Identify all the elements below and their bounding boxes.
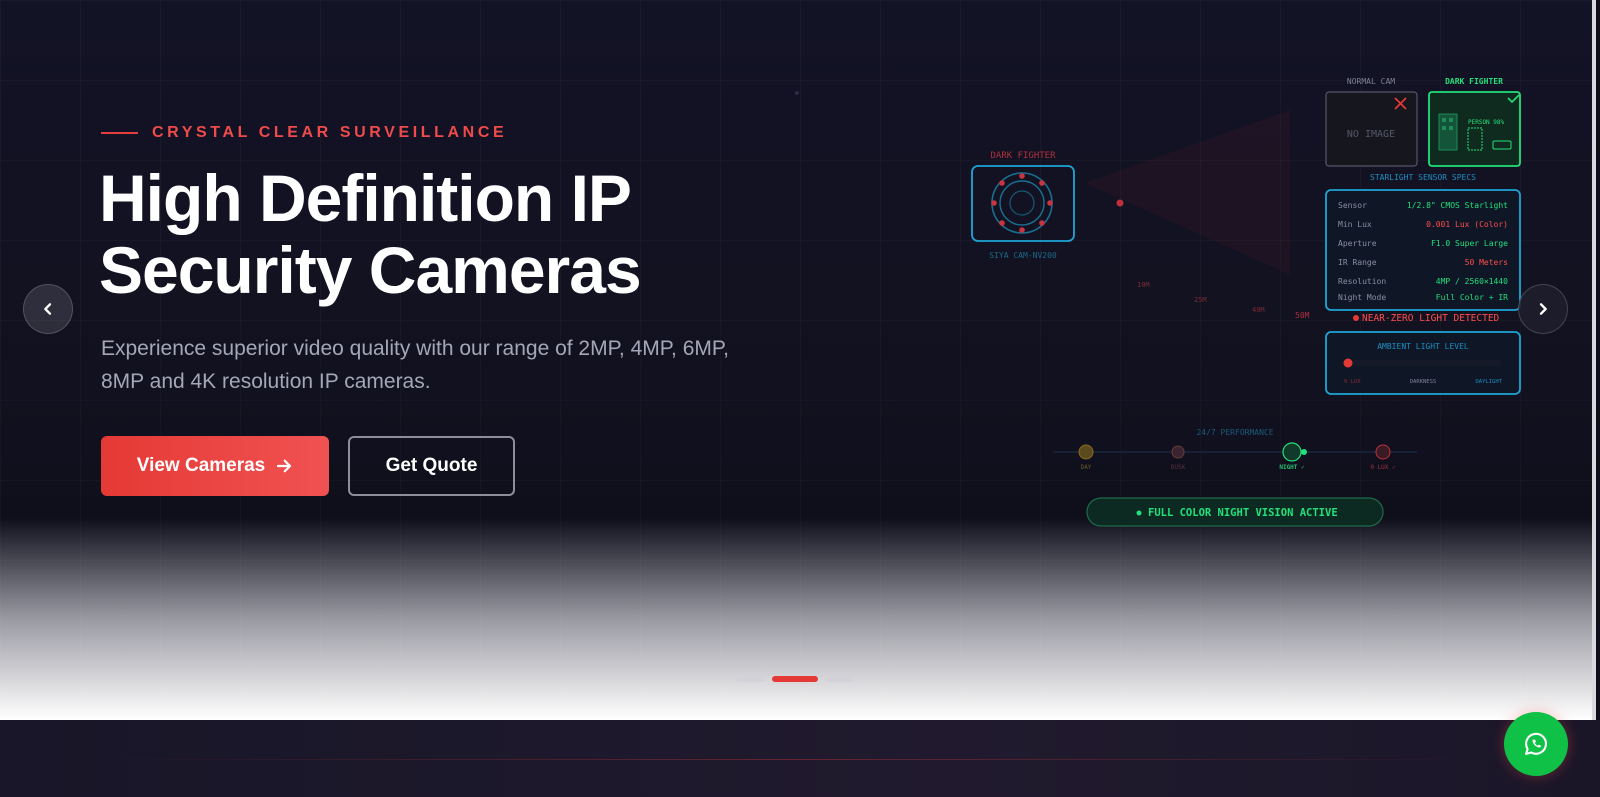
step-label: DUSK bbox=[1171, 464, 1186, 471]
alert-text: NEAR-ZERO LIGHT DETECTED bbox=[1362, 313, 1500, 324]
hero-title: High Definition IP Security Cameras bbox=[99, 162, 739, 306]
chevron-left-icon bbox=[44, 303, 52, 315]
range-mark: 10M bbox=[1137, 281, 1150, 289]
carousel-dot-3[interactable] bbox=[826, 676, 854, 682]
range-mark: 40M bbox=[1252, 306, 1265, 314]
spec-label: Aperture bbox=[1338, 239, 1377, 248]
ambient-track bbox=[1344, 360, 1502, 366]
spec-label: IR Range bbox=[1338, 258, 1377, 267]
building-icon bbox=[1438, 113, 1458, 151]
step-night-glow bbox=[1301, 449, 1307, 455]
step-dusk bbox=[1171, 445, 1185, 459]
get-quote-label: Get Quote bbox=[385, 455, 478, 476]
view-cameras-label: View Cameras bbox=[136, 455, 266, 476]
ambient-label-min: 0 LUX bbox=[1344, 379, 1361, 385]
eyebrow-line bbox=[101, 132, 138, 134]
spec-label: Sensor bbox=[1338, 201, 1367, 210]
carousel-dot-1[interactable] bbox=[736, 676, 764, 682]
eyebrow-text: CRYSTAL CLEAR SURVEILLANCE bbox=[152, 124, 508, 141]
hero-title-line-1: High Definition IP bbox=[99, 161, 632, 235]
dark-fighter-label: DARK FIGHTER bbox=[1445, 77, 1503, 86]
status-dot bbox=[1136, 510, 1142, 516]
scrollbar[interactable] bbox=[1592, 0, 1596, 720]
step-zero-lux bbox=[1375, 444, 1391, 460]
no-image-text: NO IMAGE bbox=[1347, 129, 1395, 140]
chevron-right-icon bbox=[1539, 303, 1547, 315]
camera-icon bbox=[971, 165, 1075, 242]
camera-label: DARK FIGHTER bbox=[990, 151, 1056, 161]
ambient-title: AMBIENT LIGHT LEVEL bbox=[1377, 342, 1469, 351]
arrow-right-icon bbox=[277, 459, 292, 473]
spec-value: 1/2.8" CMOS Starlight bbox=[1407, 201, 1508, 210]
carousel-next-button[interactable] bbox=[1518, 284, 1568, 334]
ambient-label-max: DAYLIGHT bbox=[1476, 379, 1503, 385]
section-divider-line bbox=[100, 759, 1500, 760]
carousel-dot-2[interactable] bbox=[772, 676, 818, 682]
normal-cam-label: NORMAL CAM bbox=[1347, 77, 1395, 86]
step-night bbox=[1282, 442, 1302, 462]
status-badge-text: FULL COLOR NIGHT VISION ACTIVE bbox=[1148, 507, 1338, 519]
whatsapp-chat-button[interactable] bbox=[1504, 712, 1568, 776]
range-mark: 50M bbox=[1295, 311, 1310, 320]
alert-dot bbox=[1353, 315, 1359, 321]
camera-beam bbox=[1085, 110, 1290, 275]
spec-value: 50 Meters bbox=[1465, 258, 1509, 267]
hero-section: CRYSTAL CLEAR SURVEILLANCE High Definiti… bbox=[0, 0, 1596, 720]
spec-label: Resolution bbox=[1338, 277, 1386, 286]
night-vision-illustration: 10M 25M 40M 50M DARK FIGHTER SIYA CAM-NV… bbox=[795, 77, 1521, 527]
stray-dot bbox=[795, 91, 799, 95]
spec-value: F1.0 Super Large bbox=[1431, 239, 1508, 248]
whatsapp-icon bbox=[1525, 732, 1547, 755]
step-label: DAY bbox=[1081, 464, 1092, 471]
view-cameras-button[interactable]: View Cameras bbox=[101, 436, 329, 496]
hero-eyebrow: CRYSTAL CLEAR SURVEILLANCE bbox=[101, 124, 507, 142]
spec-value: 0.001 Lux (Color) bbox=[1426, 220, 1508, 229]
step-label: 0 LUX ✓ bbox=[1370, 464, 1396, 471]
ambient-indicator bbox=[1343, 358, 1353, 368]
camera-model: SIYA CAM-NV200 bbox=[989, 251, 1057, 260]
spec-value: 4MP / 2560×1440 bbox=[1436, 277, 1508, 286]
spec-label: Min Lux bbox=[1338, 220, 1372, 229]
spec-label: Night Mode bbox=[1338, 293, 1386, 302]
ambient-label-mid: DARKNESS bbox=[1410, 379, 1437, 385]
beam-target-dot bbox=[1116, 199, 1124, 207]
person-tag: PERSON 98% bbox=[1468, 119, 1505, 126]
step-label: NIGHT ✓ bbox=[1279, 464, 1305, 471]
hero-subtitle: Experience superior video quality with o… bbox=[101, 337, 730, 393]
specs-title: STARLIGHT SENSOR SPECS bbox=[1370, 173, 1476, 182]
carousel-indicators bbox=[736, 676, 854, 682]
spec-value: Full Color + IR bbox=[1436, 293, 1508, 302]
hero-title-line-2: Security Cameras bbox=[99, 233, 642, 307]
step-day bbox=[1078, 444, 1094, 460]
range-mark: 25M bbox=[1194, 296, 1207, 304]
carousel-prev-button[interactable] bbox=[23, 284, 73, 334]
performance-title: 24/7 PERFORMANCE bbox=[1196, 428, 1273, 437]
get-quote-button[interactable]: Get Quote bbox=[348, 436, 515, 496]
